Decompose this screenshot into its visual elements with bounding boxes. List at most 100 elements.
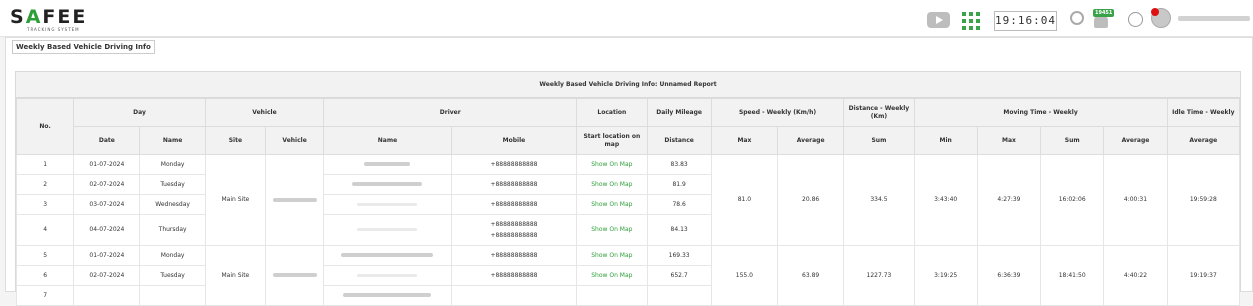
row-driver-name-redacted: [323, 245, 452, 266]
logo-tagline: TRACKING SYSTEM: [27, 27, 80, 32]
group-distance-sum: 334.5: [843, 154, 915, 246]
globe-icon[interactable]: [1128, 12, 1143, 27]
group-moving-min: 3:19:25: [913, 245, 978, 306]
group-speed-max: 81.0: [710, 154, 779, 246]
signal-icon[interactable]: [1070, 11, 1084, 25]
subheader-moving-max: Max: [976, 126, 1042, 155]
subheader-distance-sum: Sum: [843, 126, 915, 155]
row-mobile: +88888888888 +88888888888: [450, 214, 578, 246]
row-date: 03-07-2024: [73, 194, 141, 215]
row-mobile-primary: +88888888888: [490, 200, 538, 208]
row-number: 6: [15, 265, 75, 286]
row-mobile-primary: +88888888888: [490, 251, 538, 259]
subheader-speed-max: Max: [710, 126, 779, 155]
row-mobile: +88888888888: [450, 194, 578, 215]
row-driver-name-redacted: [323, 154, 452, 175]
show-on-map-link[interactable]: Show On Map: [576, 174, 648, 195]
group-moving-min: 3:43:40: [913, 154, 978, 246]
row-date: [73, 285, 141, 306]
report-title: Weekly Based Vehicle Driving Info: Unnam…: [16, 72, 1240, 98]
table-row: 5 01-07-2024 Monday Main Site +88888888888 Sh…: [15, 245, 1241, 306]
group-speed-max: 155.0: [710, 245, 779, 306]
row-number: 5: [15, 245, 75, 266]
group-distance-sum: 1227.73: [843, 245, 915, 306]
safee-logo[interactable]: SAFEE TRACKING SYSTEM: [10, 8, 87, 34]
row-mobile: [450, 285, 578, 306]
row-number: 4: [15, 214, 75, 246]
subheader-driver-name: Name: [323, 126, 452, 155]
show-on-map-link[interactable]: Show On Map: [576, 194, 648, 215]
row-distance: 84.13: [646, 214, 712, 246]
header-distance-weekly: Distance - Weekly (Km): [843, 98, 915, 127]
group-site: Main Site: [204, 245, 266, 306]
show-on-map-link[interactable]: Show On Map: [576, 245, 648, 266]
show-on-map-link[interactable]: Show On Map: [576, 154, 648, 175]
subheader-date: Date: [73, 126, 141, 155]
row-date: 04-07-2024: [73, 214, 141, 246]
row-date: 02-07-2024: [73, 265, 141, 286]
row-mobile-primary: +88888888888: [490, 271, 538, 279]
header-no: No.: [15, 98, 75, 155]
group-vehicle-redacted: [264, 154, 325, 246]
row-driver-name-redacted: [323, 265, 452, 286]
subheader-moving-min: Min: [913, 126, 978, 155]
row-number: 7: [15, 285, 75, 306]
row-day-name: [139, 285, 206, 306]
group-site: Main Site: [204, 154, 266, 246]
logo-letter: S: [10, 6, 26, 28]
row-date: 01-07-2024: [73, 154, 141, 175]
group-moving-average: 4:00:31: [1103, 154, 1168, 246]
row-day-name: Thursday: [139, 214, 206, 246]
row-distance: 83.83: [646, 154, 712, 175]
header-driver: Driver: [323, 98, 578, 127]
show-on-map-link[interactable]: Show On Map: [576, 214, 648, 246]
row-mobile-primary: +88888888888: [490, 180, 538, 188]
row-mobile: +88888888888: [450, 265, 578, 286]
show-on-map-link[interactable]: [576, 285, 648, 306]
apps-grid-icon[interactable]: [962, 12, 980, 30]
subheader-moving-average: Average: [1103, 126, 1168, 155]
header-daily-mileage: Daily Mileage: [646, 98, 712, 127]
header-idle-time: Idle Time - Weekly: [1166, 98, 1241, 127]
subheader-start-location: Start location on map: [576, 126, 648, 155]
subheader-mobile: Mobile: [450, 126, 578, 155]
show-on-map-link[interactable]: Show On Map: [576, 265, 648, 286]
group-moving-max: 4:27:39: [976, 154, 1042, 246]
subheader-vehicle: Vehicle: [264, 126, 325, 155]
subheader-day-name: Name: [139, 126, 206, 155]
row-day-name: Tuesday: [139, 174, 206, 195]
group-speed-average: 63.89: [777, 245, 845, 306]
header-location: Location: [576, 98, 648, 127]
row-distance: [646, 285, 712, 306]
group-idle-average: 19:19:37: [1166, 245, 1241, 306]
row-number: 3: [15, 194, 75, 215]
row-mobile-secondary: +88888888888: [490, 231, 538, 239]
row-driver-name-redacted: [323, 214, 452, 246]
group-moving-average: 4:40:22: [1103, 245, 1168, 306]
row-date: 02-07-2024: [73, 174, 141, 195]
group-vehicle-redacted: [264, 245, 325, 306]
row-driver-name-redacted: [323, 285, 452, 306]
subheader-distance: Distance: [646, 126, 712, 155]
row-driver-name-redacted: [323, 174, 452, 195]
report-container: Weekly Based Vehicle Driving Info: Unnam…: [15, 71, 1241, 306]
youtube-icon[interactable]: [927, 12, 950, 28]
row-number: 1: [15, 154, 75, 175]
logo-letter-accent: A: [25, 6, 43, 28]
row-distance: 78.6: [646, 194, 712, 215]
row-mobile: +88888888888: [450, 245, 578, 266]
row-mobile-primary: +88888888888: [490, 220, 538, 228]
subheader-moving-sum: Sum: [1040, 126, 1105, 155]
row-distance: 81.9: [646, 174, 712, 195]
row-number: 2: [15, 174, 75, 195]
header-speed: Speed - Weekly (Km/h): [710, 98, 845, 127]
user-name-redacted[interactable]: [1178, 16, 1250, 21]
row-day-name: Tuesday: [139, 265, 206, 286]
row-date: 01-07-2024: [73, 245, 141, 266]
row-mobile: +88888888888: [450, 174, 578, 195]
group-moving-sum: 18:41:50: [1040, 245, 1105, 306]
row-mobile: +88888888888: [450, 154, 578, 175]
row-day-name: Monday: [139, 245, 206, 266]
subheader-idle-average: Average: [1166, 126, 1241, 155]
notification-badge: 19451: [1093, 9, 1115, 17]
